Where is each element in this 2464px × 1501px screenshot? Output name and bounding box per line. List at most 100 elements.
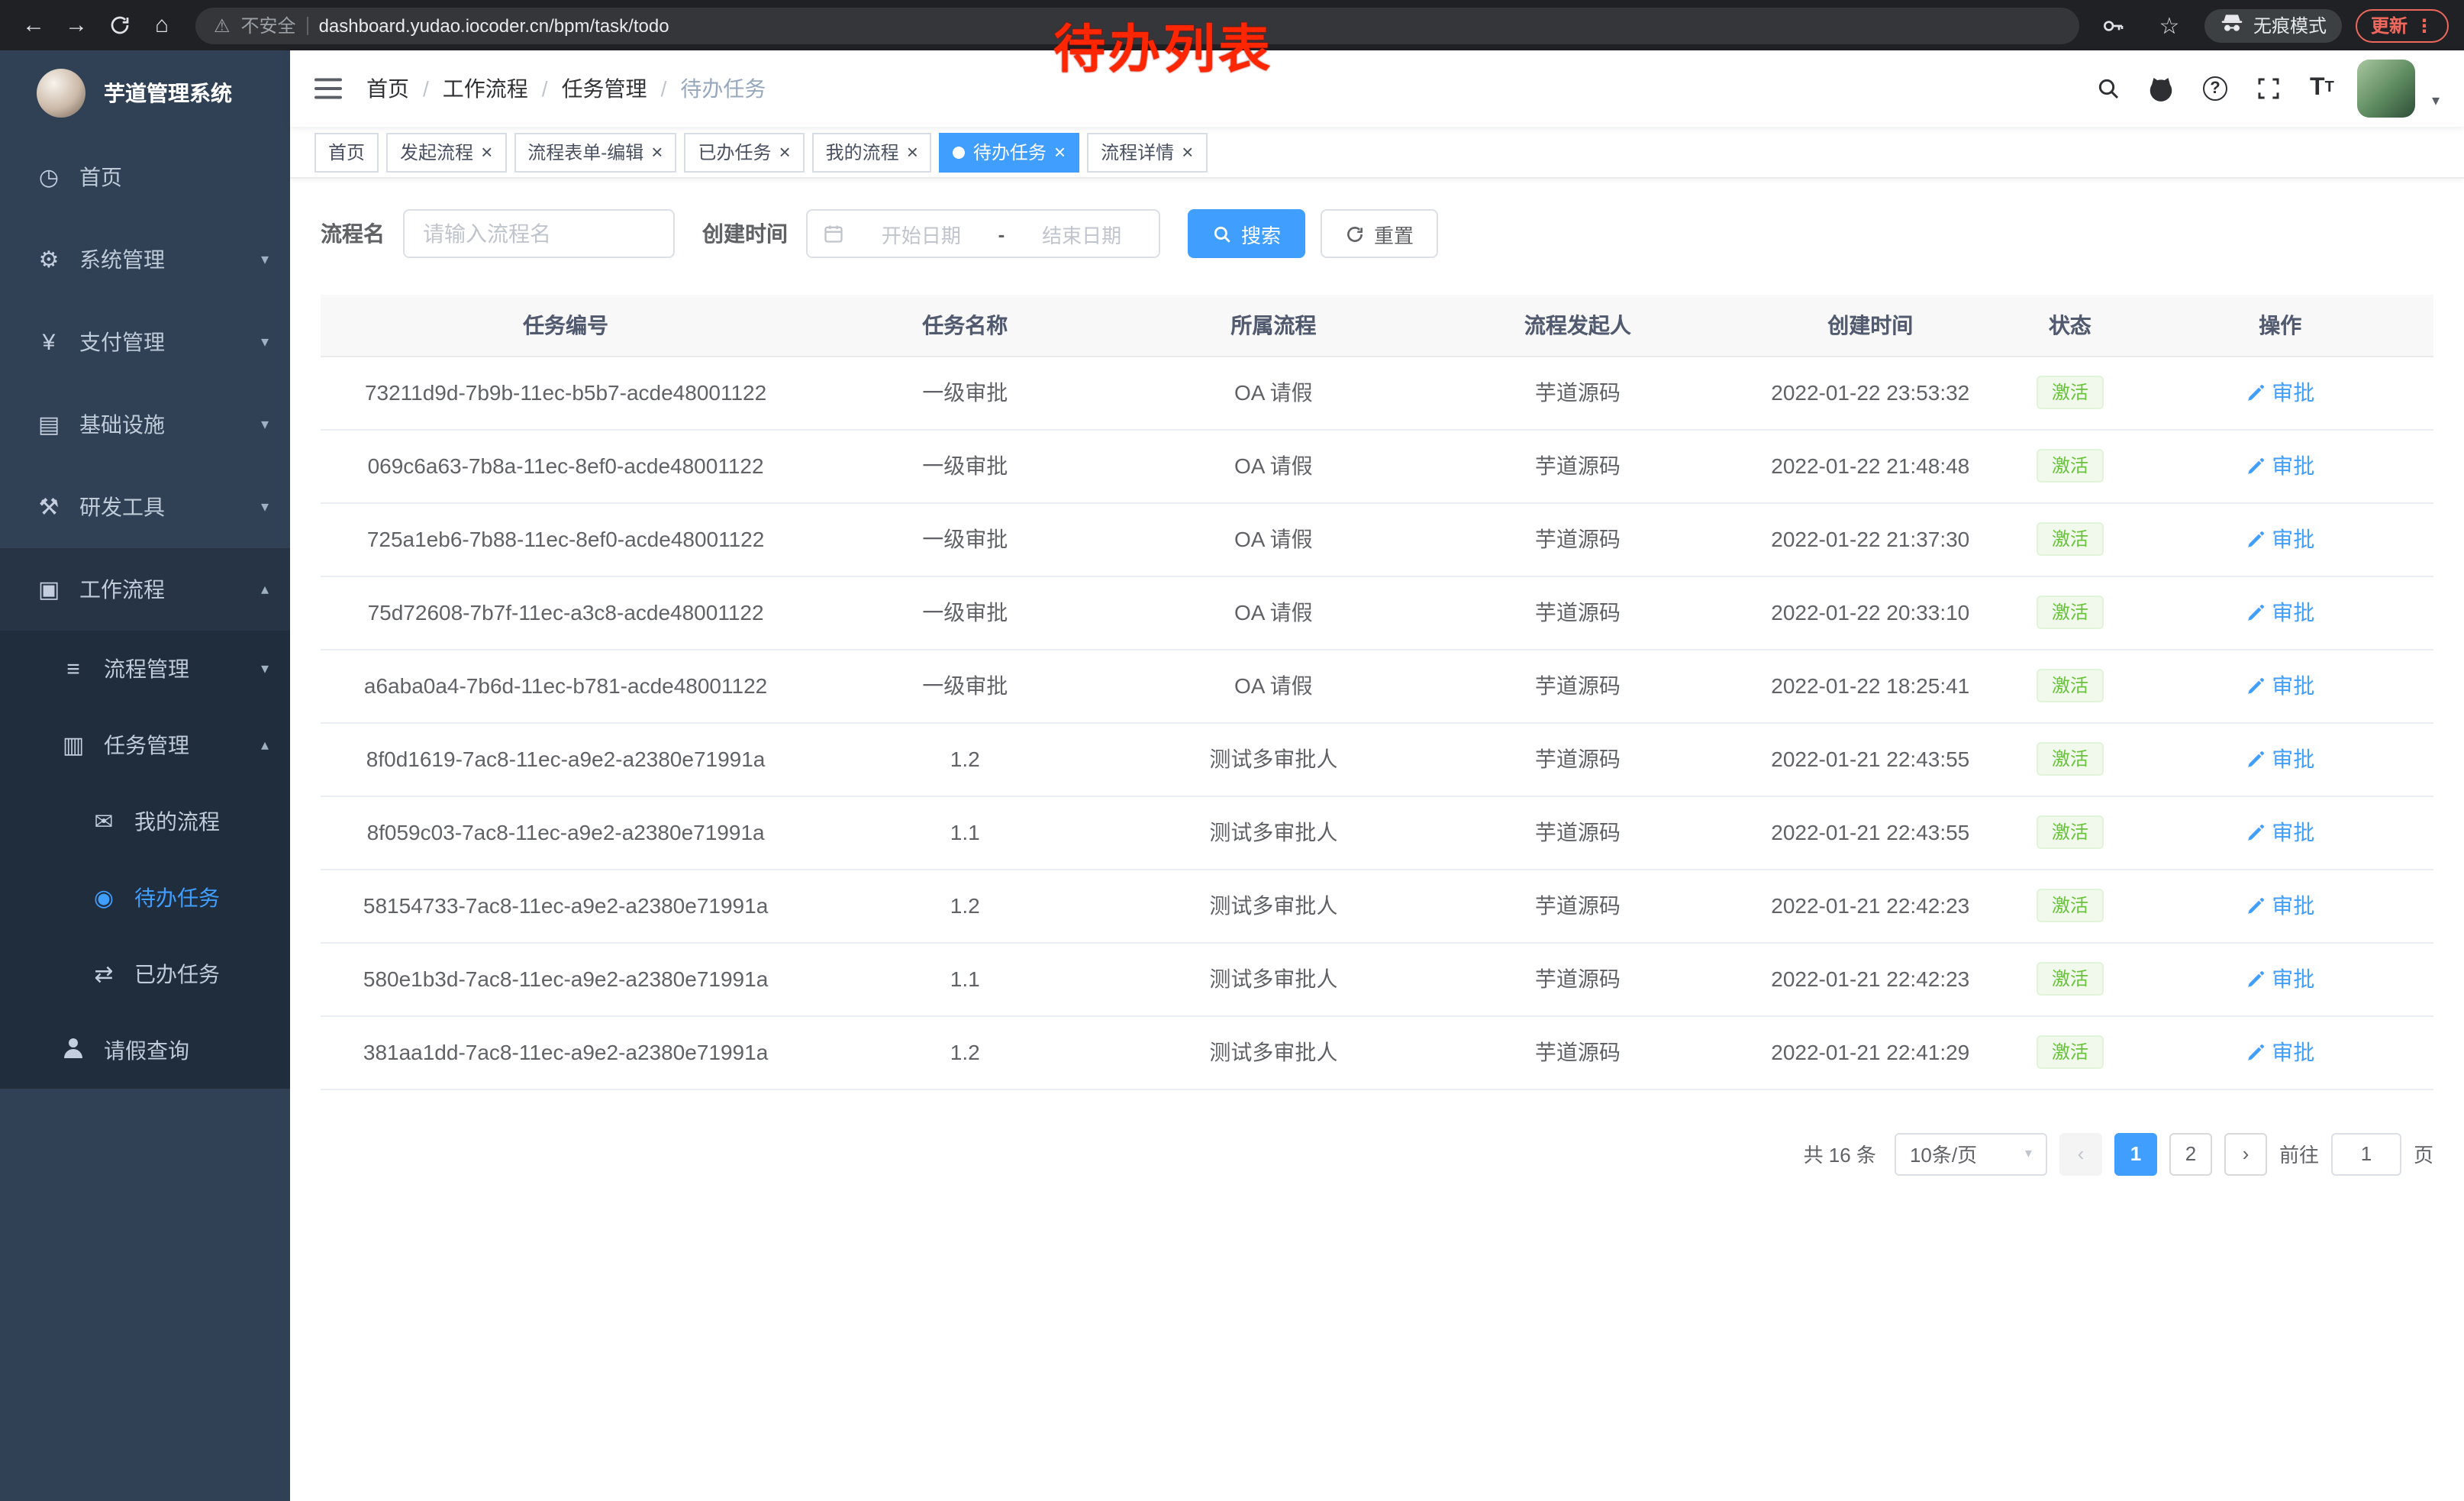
sidebar-item-my-process[interactable]: ✉ 我的流程	[0, 783, 290, 860]
tag-label: 流程表单-编辑	[527, 139, 643, 165]
table-row: 725a1eb6-7b88-11ec-8ef0-acde48001122 一级审…	[321, 502, 2433, 576]
cell-process: OA 请假	[1119, 356, 1427, 429]
close-icon[interactable]: ×	[1182, 142, 1193, 162]
edit-icon	[2246, 1042, 2266, 1062]
star-icon[interactable]: ☆	[2148, 4, 2191, 47]
approve-link[interactable]: 审批	[2246, 1037, 2314, 1067]
process-name-input[interactable]	[403, 209, 675, 258]
cell-status: 激活	[2013, 869, 2127, 942]
top-navbar: 首页 工作流程 任务管理 待办任务 ? TT	[290, 50, 2464, 127]
search-icon[interactable]	[2090, 69, 2127, 108]
sidebar-item-label: 待办任务	[134, 883, 269, 913]
cell-create-time: 2022-01-21 22:43:55	[1727, 796, 2013, 869]
approve-link[interactable]: 审批	[2246, 670, 2314, 701]
end-date-placeholder[interactable]: 结束日期	[1020, 219, 1143, 248]
sidebar-item-leave-query[interactable]: 请假查询	[0, 1012, 290, 1089]
breadcrumb-item-task-management[interactable]: 任务管理	[562, 73, 681, 104]
breadcrumb-item-workflow[interactable]: 工作流程	[443, 73, 562, 104]
edit-icon	[2246, 529, 2266, 549]
process-name-label: 流程名	[321, 218, 385, 249]
incognito-icon	[2220, 12, 2244, 38]
hamburger-icon[interactable]	[314, 76, 342, 101]
sidebar-item-system-management[interactable]: ⚙ 系统管理 ▾	[0, 218, 290, 301]
sidebar-item-task-management[interactable]: ▥ 任务管理 ▴	[0, 707, 290, 783]
approve-link-label: 审批	[2272, 744, 2314, 774]
approve-link[interactable]: 审批	[2246, 890, 2314, 921]
tag-home[interactable]: 首页	[314, 132, 379, 172]
approve-link[interactable]: 审批	[2246, 377, 2314, 408]
key-icon[interactable]	[2091, 4, 2134, 47]
approve-link[interactable]: 审批	[2246, 817, 2314, 847]
chevron-down-icon: ▾	[261, 660, 269, 677]
search-button[interactable]: 搜索	[1188, 209, 1305, 258]
refresh-icon[interactable]	[98, 4, 140, 47]
tag-start-process[interactable]: 发起流程 ×	[386, 132, 506, 172]
chevron-down-icon[interactable]: ▾	[2432, 92, 2440, 109]
cell-initiator: 芋道源码	[1427, 429, 1727, 502]
page-button-1[interactable]: 1	[2114, 1132, 2157, 1175]
update-button[interactable]: 更新 ⋮	[2356, 8, 2449, 42]
date-range-picker[interactable]: 开始日期 - 结束日期	[806, 209, 1160, 258]
prev-page-button[interactable]: ‹	[2059, 1132, 2102, 1175]
cell-task-id: a6aba0a4-7b6d-11ec-b781-acde48001122	[321, 649, 811, 722]
calendar-icon	[823, 223, 844, 244]
back-icon[interactable]: ←	[12, 4, 55, 47]
tool-icon: ⚒	[34, 493, 64, 521]
close-icon[interactable]: ×	[651, 142, 663, 162]
page-size-value: 10条/页	[1910, 1139, 1977, 1168]
start-date-placeholder[interactable]: 开始日期	[859, 219, 983, 248]
sidebar-item-workflow[interactable]: ▣ 工作流程 ▴	[0, 548, 290, 631]
cell-process: OA 请假	[1119, 429, 1427, 502]
breadcrumb-item-todo-task: 待办任务	[680, 73, 766, 104]
breadcrumb-item-home[interactable]: 首页	[366, 73, 443, 104]
home-icon[interactable]: ⌂	[140, 4, 183, 47]
status-badge: 激活	[2037, 596, 2104, 629]
sidebar-item-infrastructure[interactable]: ▤ 基础设施 ▾	[0, 383, 290, 466]
cell-initiator: 芋道源码	[1427, 502, 1727, 576]
close-icon[interactable]: ×	[907, 142, 918, 162]
tag-process-detail[interactable]: 流程详情 ×	[1087, 132, 1207, 172]
close-icon[interactable]: ×	[1054, 142, 1066, 162]
table-row: 75d72608-7b7f-11ec-a3c8-acde48001122 一级审…	[321, 576, 2433, 649]
more-menu-icon[interactable]: ⋮	[2415, 15, 2433, 36]
edit-icon	[2246, 969, 2266, 989]
fullscreen-icon[interactable]	[2250, 69, 2287, 108]
approve-link[interactable]: 审批	[2246, 744, 2314, 774]
url-text[interactable]: dashboard.yudao.iocoder.cn/bpm/task/todo	[319, 15, 669, 36]
tag-todo-task[interactable]: 待办任务 ×	[940, 132, 1079, 172]
cell-initiator: 芋道源码	[1427, 942, 1727, 1015]
security-label[interactable]: 不安全	[241, 12, 296, 38]
approve-link[interactable]: 审批	[2246, 524, 2314, 554]
help-icon[interactable]: ?	[2197, 69, 2233, 108]
close-icon[interactable]: ×	[779, 142, 790, 162]
tag-done-task[interactable]: 已办任务 ×	[684, 132, 804, 172]
approve-link[interactable]: 审批	[2246, 450, 2314, 481]
close-icon[interactable]: ×	[481, 142, 492, 162]
tag-process-form-edit[interactable]: 流程表单-编辑 ×	[514, 132, 676, 172]
question-mark-icon: ?	[2203, 76, 2227, 101]
github-icon[interactable]	[2143, 69, 2180, 108]
goto-page-input[interactable]	[2331, 1132, 2401, 1175]
reset-button[interactable]: 重置	[1321, 209, 1438, 258]
sidebar-item-todo-task[interactable]: ◉ 待办任务	[0, 860, 290, 936]
next-page-button[interactable]: ›	[2224, 1132, 2267, 1175]
cell-create-time: 2022-01-22 21:37:30	[1727, 502, 2013, 576]
app-logo	[37, 69, 85, 118]
sidebar-item-home[interactable]: ◷ 首页	[0, 136, 290, 218]
sidebar-item-process-management[interactable]: ≡ 流程管理 ▾	[0, 631, 290, 707]
sidebar-item-done-task[interactable]: ⇄ 已办任务	[0, 936, 290, 1012]
filter-bar: 流程名 创建时间 开始日期 - 结束日期 搜索	[321, 209, 2433, 258]
font-size-icon[interactable]: TT	[2304, 69, 2340, 108]
page-button-2[interactable]: 2	[2169, 1132, 2212, 1175]
sidebar-item-payment-management[interactable]: ¥ 支付管理 ▾	[0, 301, 290, 383]
page-size-select[interactable]: 10条/页 ▾	[1895, 1132, 2047, 1175]
sidebar-item-dev-tools[interactable]: ⚒ 研发工具 ▾	[0, 466, 290, 548]
app-logo-row[interactable]: 芋道管理系统	[0, 50, 290, 136]
forward-icon[interactable]: →	[55, 4, 98, 47]
approve-link[interactable]: 审批	[2246, 964, 2314, 994]
cell-actions: 审批	[2127, 942, 2433, 1015]
avatar[interactable]	[2357, 60, 2415, 118]
sidebar-item-label: 工作流程	[79, 574, 252, 605]
tag-my-process[interactable]: 我的流程 ×	[812, 132, 932, 172]
approve-link[interactable]: 审批	[2246, 597, 2314, 628]
